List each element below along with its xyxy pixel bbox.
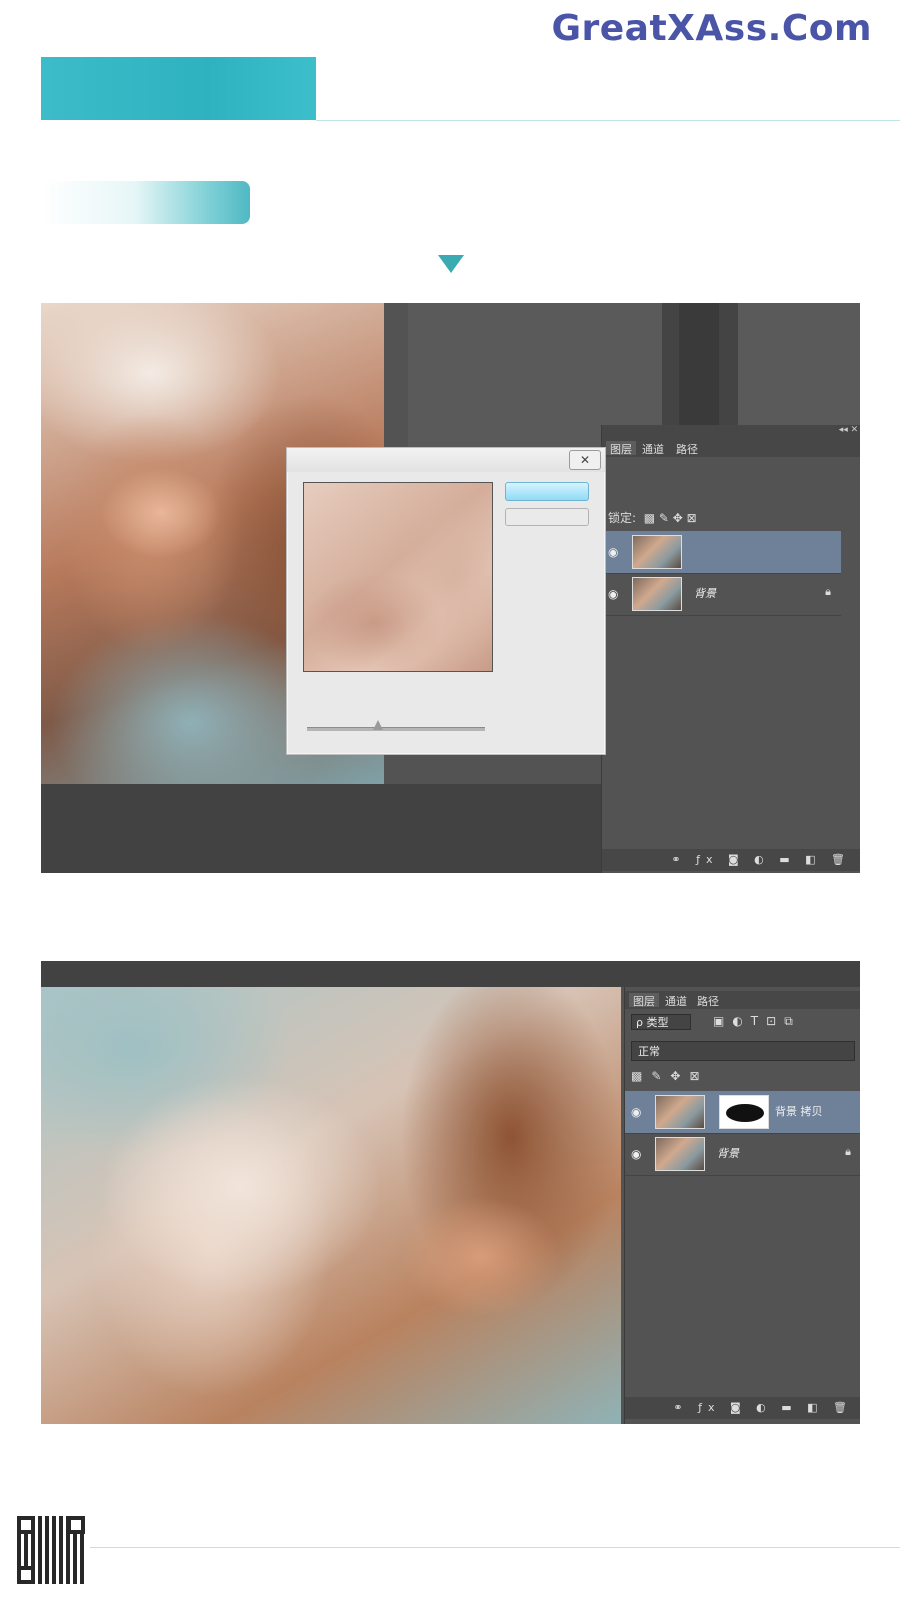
down-triangle-icon	[438, 255, 464, 273]
tab-layers[interactable]: 图层	[606, 441, 636, 456]
tab-paths[interactable]: 路径	[693, 993, 723, 1008]
subheader-accent-bar	[41, 181, 250, 224]
secondary-buttons[interactable]	[505, 508, 589, 526]
qr-code	[17, 1516, 85, 1584]
layer-name: 背景	[694, 587, 716, 600]
panel-footer-icons[interactable]: ⚭ ƒx ◙ ◐ ▬ ◧ 🗑︎	[625, 1397, 860, 1419]
layer-thumbnail	[655, 1137, 705, 1171]
layer-row-background[interactable]: ◉ 背景 🔒︎	[625, 1133, 860, 1176]
qr-finder	[17, 1566, 35, 1584]
layer-thumbnail	[632, 577, 682, 611]
blend-mode-select[interactable]: 正常	[631, 1041, 855, 1061]
header-divider	[316, 120, 900, 121]
layer-row-copy[interactable]: ◉ 背景 拷贝	[625, 1091, 860, 1134]
lock-icon: 🔒︎	[825, 585, 831, 598]
tab-channels[interactable]: 通道	[638, 441, 668, 456]
panel-tabs: 图层 通道 路径	[602, 439, 860, 457]
layer-name: 背景 拷贝	[775, 1105, 823, 1118]
layer-thumbnail	[632, 535, 682, 569]
layer-filter-row: ρ 类型 ▣◐T⊡⧉	[625, 1011, 860, 1035]
lock-label: 锁定:	[608, 511, 637, 525]
qr-finder	[67, 1516, 85, 1534]
photoshop-screenshot-1: ◂◂ ✕ 图层 通道 路径 锁定: ▩ ✎ ✥ ⊠ ◉ ◉ 背景 🔒︎ ⚭ ƒx…	[41, 303, 860, 873]
close-icon[interactable]: ✕	[569, 450, 601, 470]
dialog-preview[interactable]	[303, 482, 493, 672]
layers-panel: ◂◂ ✕ 图层 通道 路径 锁定: ▩ ✎ ✥ ⊠ ◉ ◉ 背景 🔒︎ ⚭ ƒx…	[601, 425, 860, 873]
panel-footer-icons[interactable]: ⚭ ƒx ◙ ◐ ▬ ◧ 🗑︎	[602, 849, 860, 871]
portrait-photo-full	[41, 987, 621, 1424]
tab-channels[interactable]: 通道	[661, 993, 691, 1008]
layer-row-copy[interactable]: ◉	[602, 531, 841, 574]
qr-finder	[17, 1516, 35, 1534]
tab-layers[interactable]: 图层	[629, 993, 659, 1008]
lock-icon: 🔒︎	[845, 1145, 851, 1158]
ps-top-strip	[41, 961, 860, 987]
footer-divider	[90, 1547, 900, 1548]
panel-tabs: 图层 通道 路径	[625, 991, 860, 1009]
mask-shape	[726, 1104, 764, 1122]
slider-thumb[interactable]	[373, 720, 384, 730]
layer-filter-row	[602, 457, 860, 485]
dialog-titlebar[interactable]: ✕	[287, 448, 605, 472]
ok-button[interactable]	[505, 482, 589, 501]
eye-icon[interactable]: ◉	[608, 545, 618, 559]
lock-options-icons[interactable]: ▩✎✥⊠	[631, 1069, 709, 1083]
lock-row: 锁定: ▩ ✎ ✥ ⊠	[602, 505, 860, 531]
layer-name: 背景	[717, 1147, 739, 1160]
panel-collapse-bar[interactable]: ◂◂ ✕	[602, 425, 860, 439]
watermark-text: GreatXAss.Com	[551, 8, 872, 49]
filter-dialog: ✕	[286, 447, 606, 755]
lock-options-icons[interactable]: ▩ ✎ ✥ ⊠	[640, 511, 697, 525]
layers-panel: 图层 通道 路径 ρ 类型 ▣◐T⊡⧉ 正常 ▩✎✥⊠ ◉ 背景 拷贝 ◉ 背景…	[624, 987, 860, 1424]
layer-mask-thumbnail[interactable]	[719, 1095, 769, 1129]
tab-paths[interactable]: 路径	[672, 441, 702, 456]
header-accent-bar	[41, 57, 316, 120]
ps-canvas-bottom	[41, 784, 601, 873]
eye-icon[interactable]: ◉	[631, 1105, 641, 1119]
radius-slider[interactable]	[307, 727, 485, 731]
ps-strip-inner	[679, 303, 719, 426]
eye-icon[interactable]: ◉	[608, 587, 618, 601]
layer-thumbnail	[655, 1095, 705, 1129]
eye-icon[interactable]: ◉	[631, 1147, 641, 1161]
photoshop-screenshot-2: 图层 通道 路径 ρ 类型 ▣◐T⊡⧉ 正常 ▩✎✥⊠ ◉ 背景 拷贝 ◉ 背景…	[41, 961, 860, 1424]
layer-row-background[interactable]: ◉ 背景 🔒︎	[602, 573, 841, 616]
filter-icons[interactable]: ▣◐T⊡⧉	[713, 1014, 801, 1029]
kind-filter-select[interactable]: ρ 类型	[631, 1014, 691, 1030]
